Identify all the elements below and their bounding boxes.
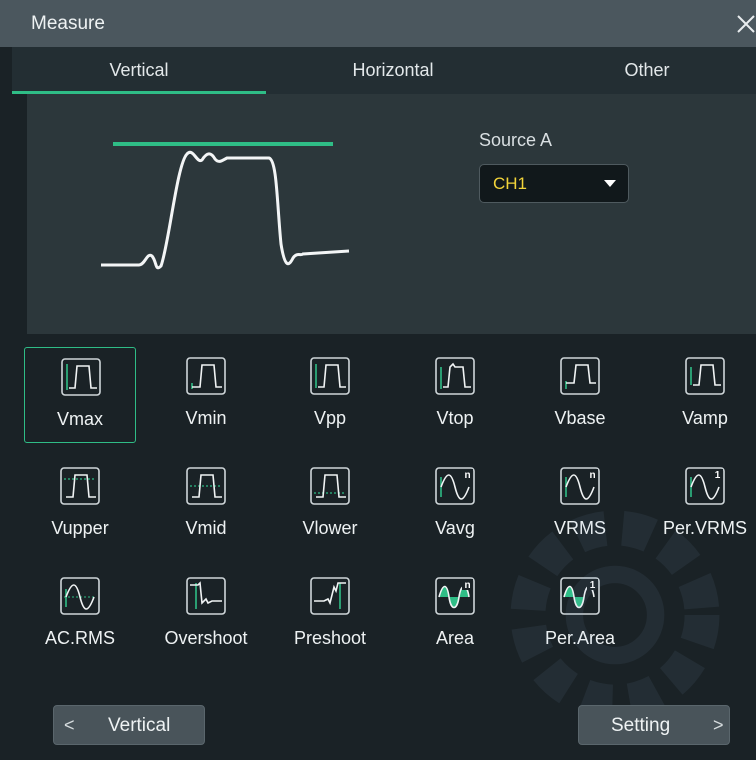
dialog-titlebar: Measure [0,0,756,47]
measure-item-preshoot[interactable]: Preshoot [274,567,386,663]
back-vertical-button[interactable]: < Vertical [53,705,205,745]
close-icon[interactable] [734,12,756,36]
waveform-illustration [101,142,350,270]
chevron-left-icon: < [64,715,75,735]
vamp-icon [685,357,725,395]
measure-item-label: Vamp [682,408,728,428]
source-dropdown[interactable]: CH1 [479,164,629,203]
source-selected-value: CH1 [493,174,528,193]
vmin-icon [186,357,226,395]
measure-item-ac-rms[interactable]: AC.RMS [24,567,136,663]
measure-item-vmid[interactable]: Vmid [150,457,262,553]
tab-vertical[interactable]: Vertical [12,47,266,94]
measure-item-vamp[interactable]: Vamp [649,347,756,443]
area-icon: n [435,577,475,615]
vmax-icon [61,358,101,396]
setting-button[interactable]: Setting > [578,705,730,745]
tab-other[interactable]: Other [520,47,756,94]
measure-item-vmin[interactable]: Vmin [150,347,262,443]
measure-item-vtop[interactable]: Vtop [399,347,511,443]
vavg-icon: n [435,467,475,505]
preshoot-icon [310,577,350,615]
signal-trace [101,150,350,270]
vmid-icon [186,467,226,505]
dialog-title: Measure [31,13,105,34]
vupper-icon [60,467,100,505]
ac-rms-icon [60,577,100,615]
measurement-preview-panel [27,94,756,334]
vbase-icon [560,357,600,395]
measure-item-vupper[interactable]: Vupper [24,457,136,553]
vtop-icon [435,357,475,395]
back-button-label: Vertical [108,715,171,736]
tab-bar: Vertical Horizontal Other [12,47,756,94]
overshoot-icon [186,577,226,615]
measure-item-vmax[interactable]: Vmax [24,347,136,443]
measure-item-vpp[interactable]: Vpp [274,347,386,443]
measure-item-overshoot[interactable]: Overshoot [150,567,262,663]
vlower-icon [310,467,350,505]
measure-item-vbase[interactable]: Vbase [524,347,636,443]
source-label: Source A [479,130,553,150]
tab-horizontal[interactable]: Horizontal [266,47,520,94]
measure-item-vlower[interactable]: Vlower [274,457,386,553]
setting-button-label: Setting [611,715,671,736]
dropdown-arrow-icon [604,180,616,187]
chevron-right-icon: > [713,715,724,735]
vpp-icon [310,357,350,395]
